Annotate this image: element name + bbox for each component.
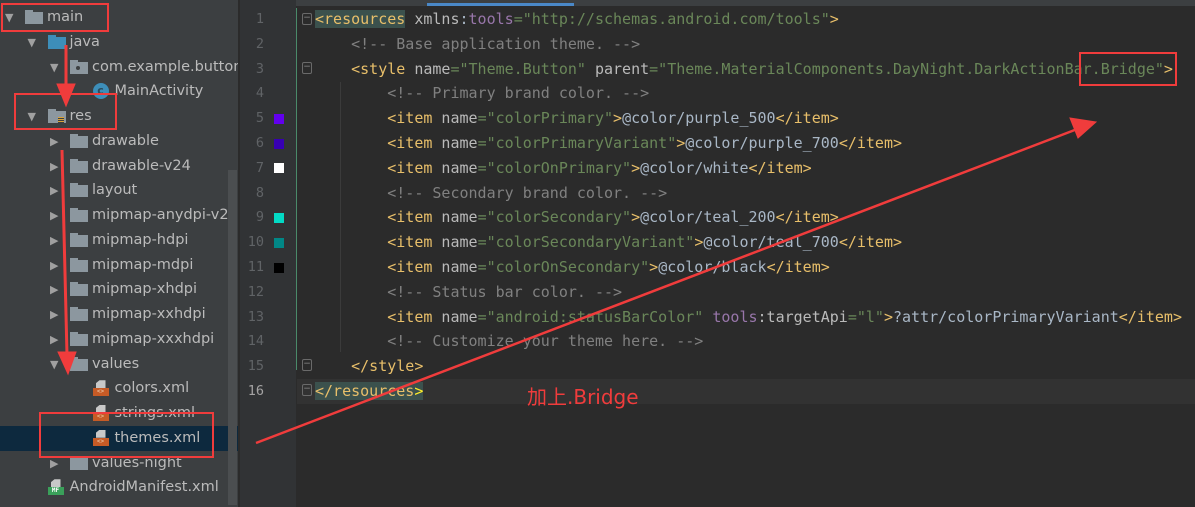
color-swatch-icon[interactable] xyxy=(274,138,284,149)
arrow-main-to-res xyxy=(56,45,76,108)
line-number: 16 xyxy=(247,383,264,399)
line-number: 15 xyxy=(247,358,264,375)
line-number: 10 xyxy=(247,234,264,251)
line-number: 9 xyxy=(255,209,264,226)
line-number: 8 xyxy=(255,184,264,201)
line-number: 14 xyxy=(247,333,264,350)
line-number: 1 xyxy=(255,11,264,27)
line-number: 6 xyxy=(255,135,264,151)
line-number: 2 xyxy=(255,35,264,52)
line-number: 5 xyxy=(255,110,264,127)
color-swatch-icon[interactable] xyxy=(274,113,284,124)
annotation-arrows xyxy=(56,45,1098,445)
color-swatch-icon[interactable] xyxy=(274,262,284,273)
line-number: 3 xyxy=(255,60,264,77)
arrow-res-to-themes xyxy=(57,149,77,376)
line-number: 4 xyxy=(255,85,264,102)
color-swatch-icon[interactable] xyxy=(274,237,284,248)
line-number: 13 xyxy=(247,308,264,325)
line-number: 7 xyxy=(255,159,264,176)
color-swatch-icon[interactable] xyxy=(274,163,284,174)
line-number: 12 xyxy=(247,283,264,300)
color-swatch-icon[interactable] xyxy=(274,212,284,223)
arrow-themes-to-bridge xyxy=(255,117,1098,445)
line-number: 11 xyxy=(247,259,264,275)
